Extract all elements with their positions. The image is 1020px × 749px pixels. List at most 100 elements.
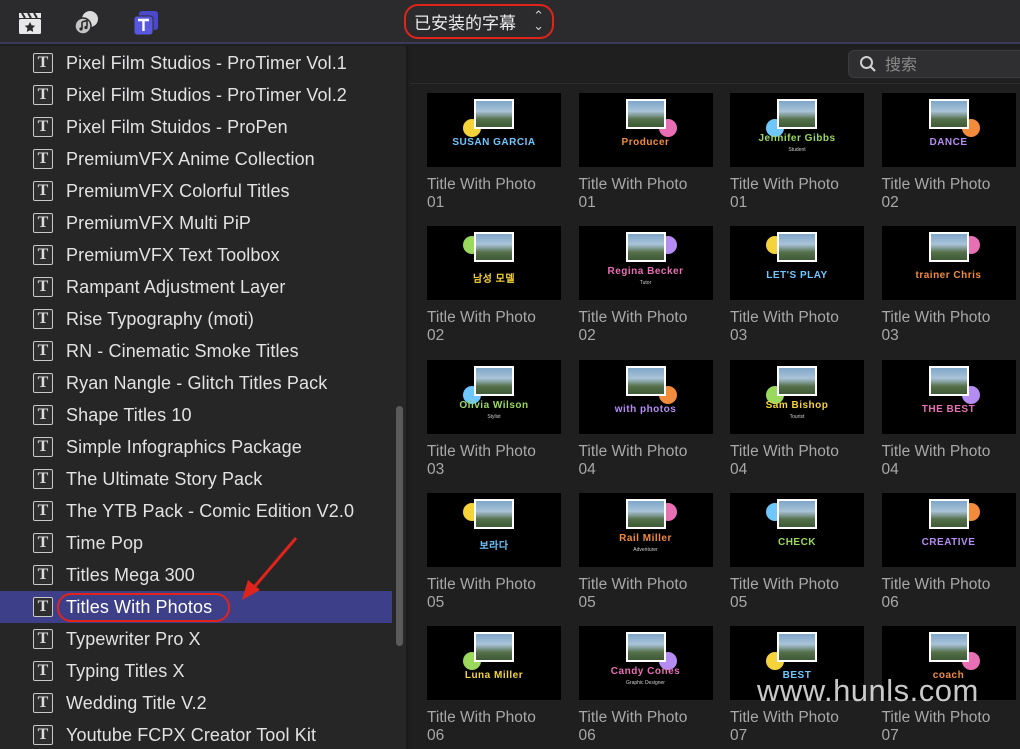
tile-label: Title With Photo 02 [427,309,567,345]
search-input[interactable] [885,54,1005,74]
thumbnail-photo [928,99,969,129]
title-tile[interactable]: Sam Bishop Tourist Title With Photo 04 [730,359,864,488]
title-tile[interactable]: trainer Chris Title With Photo 03 [881,226,1016,354]
title-tile[interactable]: 남성 모델 Title With Photo 02 [427,226,561,354]
tile-label: Title With Photo 06 [579,709,719,745]
title-pack-icon: T [33,629,53,649]
tile-title: Title With Photo [881,575,991,593]
title-tile[interactable]: Rail Miller Adventurer Title With Photo 05 [578,492,713,621]
thumbnail-caption: 보라다 [479,540,509,552]
tile-thumbnail: Luna Miller [427,626,561,701]
titles-icon[interactable] [131,8,161,38]
thumbnail-caption: Olivia Wilson [459,399,529,411]
selection-highlight-ring [57,593,230,622]
tile-label: Title With Photo 06 [427,709,567,745]
sidebar-item[interactable]: T Rise Typography (moti) [0,303,392,335]
sidebar-item-label: Typing Titles X [66,660,185,681]
sidebar-item[interactable]: T The YTB Pack - Comic Edition V2.0 [0,495,392,527]
sidebar-item[interactable]: T PremiumVFX Anime Collection [0,143,392,175]
title-pack-icon: T [33,437,53,457]
title-tile[interactable]: SUSAN GARCIA Title With Photo 01 [427,93,561,221]
title-pack-icon: T [33,405,53,425]
thumbnail-caption: Luna Miller [464,670,524,682]
sidebar-item[interactable]: T Shape Titles 10 [0,399,392,431]
thumbnail-caption: SUSAN GARCIA [452,137,536,148]
sidebar-item[interactable]: T Titles Mega 300 [0,559,392,591]
music-photo-icon[interactable] [72,8,102,38]
sidebar-scrollbar[interactable] [396,406,403,646]
title-tile[interactable]: LET'S PLAY Title With Photo 03 [730,226,864,354]
tile-label: Title With Photo 03 [882,309,1020,345]
sidebar-item[interactable]: T PremiumVFX Multi PiP [0,207,392,239]
title-pack-icon: T [33,341,53,361]
thumbnail-subcaption: Graphic Designer [626,680,665,687]
sidebar-item[interactable]: T Typewriter Pro X [0,623,392,655]
thumbnail-photo [474,498,514,529]
title-tile[interactable]: Producer Title With Photo 01 [578,93,713,221]
sidebar-item[interactable]: T Youtube FCPX Creator Tool Kit [0,719,392,749]
title-tile[interactable]: DANCE Title With Photo 02 [881,93,1016,221]
tile-number: 05 [578,593,596,611]
dropdown-label: 已安装的字幕 [414,14,516,34]
tile-title: Title With Photo [578,309,688,327]
title-tile[interactable]: Regina Becker Tutor Title With Photo 02 [578,226,713,354]
sidebar-item[interactable]: T The Ultimate Story Pack [0,463,392,495]
search-box[interactable] [848,50,1020,78]
thumbnail-caption: Jennifer Gibbs [758,133,836,144]
tile-title: Title With Photo [730,442,839,460]
thumbnail-photo [474,99,514,129]
thumbnail-caption: Regina Becker [607,266,684,278]
tile-label: Title With Photo 05 [579,576,719,612]
title-pack-icon: T [33,693,53,713]
sidebar-item[interactable]: T Pixel Film Stuidos - ProPen [0,111,392,143]
sidebar-item-label: Simple Infographics Package [66,436,302,457]
tile-thumbnail: LET'S PLAY [730,226,864,301]
title-tile[interactable]: CHECK Title With Photo 05 [730,492,864,621]
sidebar-item[interactable]: T Ryan Nangle - Glitch Titles Pack [0,367,392,399]
sidebar-item[interactable]: T RN - Cinematic Smoke Titles [0,335,392,367]
tile-label: Title With Photo 03 [730,309,870,345]
title-tile[interactable]: CREATIVE Title With Photo 06 [881,492,1016,621]
thumbnail-photo [928,632,969,663]
sidebar-item[interactable]: T Wedding Title V.2 [0,687,392,719]
sidebar-item[interactable]: T Pixel Film Studios - ProTimer Vol.1 [0,47,392,79]
title-pack-icon: T [33,597,53,617]
sidebar-item[interactable]: T Simple Infographics Package [0,431,392,463]
tile-label: Title With Photo 01 [427,176,567,212]
sidebar-item[interactable]: T PremiumVFX Text Toolbox [0,239,392,271]
tile-label: Title With Photo 06 [882,576,1020,612]
tile-label: Title With Photo 04 [579,443,719,479]
title-tile[interactable]: Jennifer Gibbs Student Title With Photo 01 [730,93,864,221]
clapper-icon[interactable] [15,8,45,38]
title-pack-icon: T [33,245,53,265]
sidebar-item[interactable]: T PremiumVFX Colorful Titles [0,175,392,207]
sidebar-item[interactable]: T Titles With Photos [0,591,392,623]
title-tile[interactable]: Olivia Wilson Stylist Title With Photo 03 [427,359,561,488]
sidebar-item-label: RN - Cinematic Smoke Titles [66,340,299,361]
annotation-arrow-icon [242,537,298,600]
sidebar-item-label: PremiumVFX Text Toolbox [66,244,280,265]
title-tile[interactable]: with photos Title With Photo 04 [578,359,713,488]
tile-thumbnail: Jennifer Gibbs Student [730,93,864,167]
tile-title: Title With Photo [730,176,839,193]
title-pack-icon: T [33,501,53,521]
thumbnail-photo [777,232,817,263]
title-tile[interactable]: Candy Cones Graphic Designer Title With Ph… [578,626,713,749]
title-tile[interactable]: THE BEST Title With Photo 04 [881,359,1016,488]
sidebar-item[interactable]: T Typing Titles X [0,655,392,687]
thumbnail-photo [777,99,817,129]
sidebar-item[interactable]: T Rampant Adjustment Layer [0,271,392,303]
sidebar-item[interactable]: T Time Pop [0,527,392,559]
title-tile[interactable]: 보라다 Title With Photo 05 [427,492,561,621]
tile-title: Title With Photo [578,176,688,193]
thumbnail-caption: Rail Miller [619,532,672,544]
sidebar-item-label: Pixel Film Studios - ProTimer Vol.2 [66,84,347,105]
title-tile[interactable]: Luna Miller Title With Photo 06 [427,626,561,749]
tile-title: Title With Photo [881,442,991,460]
tile-number: 05 [730,593,748,611]
sidebar-item[interactable]: T Pixel Film Studios - ProTimer Vol.2 [0,79,392,111]
sidebar-item-label: Ryan Nangle - Glitch Titles Pack [66,372,328,393]
titles-category-dropdown[interactable]: 已安装的字幕 ⌃ ⌄ [404,4,554,39]
title-pack-icon: T [33,373,53,393]
sidebar-item-label: Rampant Adjustment Layer [66,276,286,297]
